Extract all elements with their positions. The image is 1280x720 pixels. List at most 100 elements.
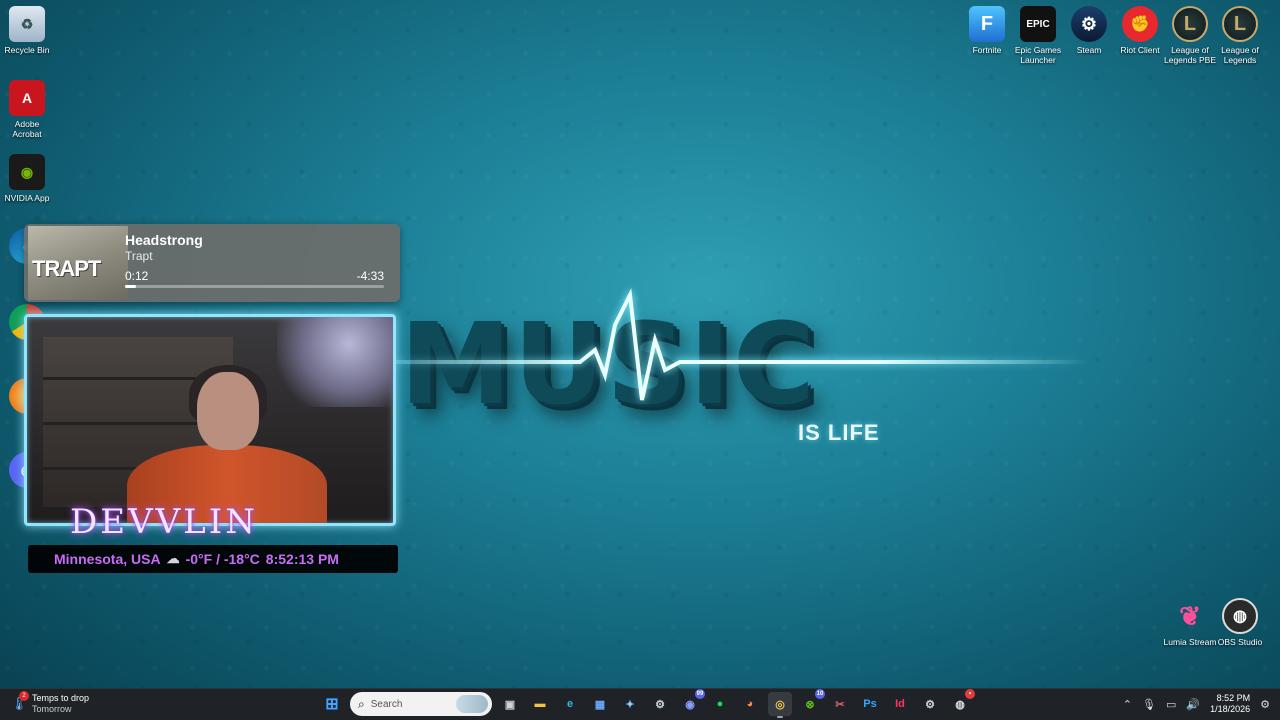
- taskbar-app-photoshop[interactable]: Ps: [858, 692, 882, 716]
- search-box[interactable]: ⌕ Search: [350, 692, 492, 716]
- app-badge: •: [965, 689, 975, 699]
- fortnite-icon: F: [969, 6, 1005, 42]
- webcam-background-light: [277, 317, 393, 407]
- desktop-icon-nvidia-app[interactable]: ◉ NVIDIA App: [0, 154, 54, 203]
- taskbar-apps: ⊞ ⌕ Search ▣ ▬ e ▦ ✦ ⚙ ◉ 99 ● ◕ ◎ ⊗ 10 ✂ Ps Id ⚙ ◍ •: [320, 689, 975, 718]
- desktop-icon-label: Adobe Acrobat: [12, 119, 42, 139]
- obs-icon: ◍: [955, 698, 965, 711]
- overlay-time: 8:52:13 PM: [265, 551, 339, 567]
- desktop-icon-recycle-bin[interactable]: ♻ Recycle Bin: [0, 6, 54, 55]
- desktop-icon-lumia-stream[interactable]: ❦ Lumia Stream: [1163, 598, 1217, 648]
- adobe-acrobat-icon: A: [9, 80, 45, 116]
- desktop-icon-label: Recycle Bin: [4, 45, 50, 55]
- photoshop-icon: Ps: [863, 698, 877, 710]
- snipping-tool-icon: ✂: [835, 698, 845, 711]
- desktop-icon-label: Lumia Stream: [1163, 637, 1217, 647]
- taskbar-app-discord[interactable]: ◉ 99: [678, 689, 705, 716]
- chevron-up-icon[interactable]: ⌃: [1123, 698, 1132, 711]
- notification-bell-icon[interactable]: ⚙: [1260, 698, 1270, 711]
- riot-client-icon: ✊: [1122, 6, 1158, 42]
- desktop: MUSIC IS LIFE ♻ Recycle Bin A Adobe Acro…: [0, 0, 1280, 688]
- desktop-icon-league-pbe[interactable]: L League of Legends PBE: [1163, 6, 1217, 65]
- start-button[interactable]: ⊞: [320, 692, 344, 716]
- taskbar: 🌡 2 Temps to drop Tomorrow ⊞ ⌕ Search ▣ ▬ e…: [0, 688, 1280, 720]
- desktop-icon-label: Epic Games Launcher: [1014, 45, 1062, 65]
- weather-title: Temps to drop: [32, 693, 90, 703]
- taskbar-app-ms-store[interactable]: ▦: [588, 692, 612, 716]
- chrome-icon: ◎: [775, 698, 785, 711]
- taskbar-app-xbox[interactable]: ⊗ 10: [798, 689, 825, 716]
- copilot-icon: ✦: [625, 698, 635, 711]
- desktop-icon-label: League of Legends: [1221, 45, 1259, 65]
- volume-icon[interactable]: 🔊: [1186, 698, 1200, 711]
- desktop-icon-label: OBS Studio: [1217, 637, 1263, 647]
- search-highlight-icon: [456, 695, 488, 713]
- taskbar-app-task-view[interactable]: ▣: [498, 692, 522, 716]
- track-elapsed: 0:12: [125, 269, 149, 283]
- app-badge: 99: [695, 689, 705, 699]
- ms-store-icon: ▦: [594, 698, 606, 711]
- taskbar-app-file-explorer[interactable]: ▬: [528, 692, 552, 716]
- taskbar-app-indesign[interactable]: Id: [888, 692, 912, 716]
- weather-badge: 2: [19, 691, 29, 701]
- clock[interactable]: 8:52 PM 1/18/2026: [1210, 693, 1250, 715]
- clock-date: 1/18/2026: [1210, 704, 1251, 714]
- desktop-icon-label: Steam: [1076, 45, 1102, 55]
- desktop-icon-adobe-acrobat[interactable]: A Adobe Acrobat: [0, 80, 54, 139]
- desktop-icon-fortnite[interactable]: F Fortnite: [960, 6, 1014, 55]
- overlay-temperature: -0°F / -18°C: [185, 551, 260, 567]
- album-art: TRAPT: [28, 226, 128, 300]
- task-view-icon: ▣: [504, 698, 516, 711]
- desktop-icon-label: Riot Client: [1120, 45, 1160, 55]
- epic-games-icon: EPIC: [1020, 6, 1056, 42]
- album-art-text: TRAPT: [32, 256, 101, 281]
- search-placeholder: Search: [370, 698, 403, 710]
- wallpaper-art: MUSIC IS LIFE: [380, 280, 1100, 460]
- media-widget[interactable]: TRAPT Headstrong Trapt 0:12 -4:33: [24, 224, 400, 302]
- network-icon[interactable]: ▭: [1166, 698, 1176, 711]
- taskbar-app-edge[interactable]: e: [558, 692, 582, 716]
- taskbar-app-copilot[interactable]: ✦: [618, 692, 642, 716]
- lumia-stream-icon: ❦: [1179, 600, 1201, 631]
- track-remaining: -4:33: [356, 269, 384, 283]
- taskbar-app-firefox[interactable]: ◕: [738, 692, 762, 716]
- steam-icon: ⚙: [655, 698, 665, 711]
- track-progress-bar[interactable]: [125, 285, 384, 288]
- desktop-icon-riot-client[interactable]: ✊ Riot Client: [1113, 6, 1167, 55]
- heartbeat-line-icon: [380, 288, 1090, 401]
- league-icon: L: [1222, 6, 1258, 42]
- snow-cloud-icon: ☁: [166, 551, 180, 566]
- nvidia-icon: ◉: [9, 154, 45, 190]
- discord-icon: ◉: [685, 698, 695, 711]
- wallpaper-subline: IS LIFE: [798, 420, 880, 445]
- app-badge: 10: [815, 689, 825, 699]
- track-title: Headstrong: [125, 232, 203, 248]
- recycle-bin-icon: ♻: [9, 6, 45, 42]
- taskbar-app-spotify[interactable]: ●: [708, 692, 732, 716]
- desktop-icon-obs-studio[interactable]: ◍ OBS Studio: [1213, 598, 1267, 647]
- weather-widget[interactable]: 🌡 2 Temps to drop Tomorrow: [11, 691, 90, 715]
- taskbar-app-chrome[interactable]: ◎: [768, 692, 792, 718]
- taskbar-app-snipping-tool[interactable]: ✂: [828, 692, 852, 716]
- search-icon: ⌕: [358, 696, 365, 711]
- taskbar-app-steam[interactable]: ⚙: [648, 692, 672, 716]
- desktop-icon-label: NVIDIA App: [4, 193, 50, 203]
- obs-studio-icon: ◍: [1222, 598, 1258, 634]
- spotify-icon: ●: [716, 698, 724, 710]
- file-explorer-icon: ▬: [534, 698, 546, 710]
- windows-logo-icon: ⊞: [325, 696, 339, 713]
- league-pbe-icon: L: [1172, 6, 1208, 42]
- desktop-icon-steam[interactable]: ⚙ Steam: [1062, 6, 1116, 55]
- microphone-icon[interactable]: 🎙: [1142, 698, 1156, 711]
- taskbar-app-obs[interactable]: ◍ •: [948, 689, 975, 716]
- track-progress-fill: [125, 285, 137, 288]
- taskbar-app-steam-2[interactable]: ⚙: [918, 692, 942, 716]
- active-indicator: [777, 716, 783, 718]
- desktop-icon-league[interactable]: L League of Legends: [1213, 6, 1267, 65]
- system-tray: ⌃ 🎙 ▭ 🔊 8:52 PM 1/18/2026 ⚙: [1123, 693, 1270, 715]
- webcam-overlay: [24, 314, 396, 526]
- overlay-location: Minnesota, USA: [54, 551, 161, 567]
- weather-subtitle: Tomorrow: [32, 704, 72, 714]
- desktop-icon-epic-games[interactable]: EPIC Epic Games Launcher: [1011, 6, 1065, 65]
- steam-icon: ⚙: [1071, 6, 1107, 42]
